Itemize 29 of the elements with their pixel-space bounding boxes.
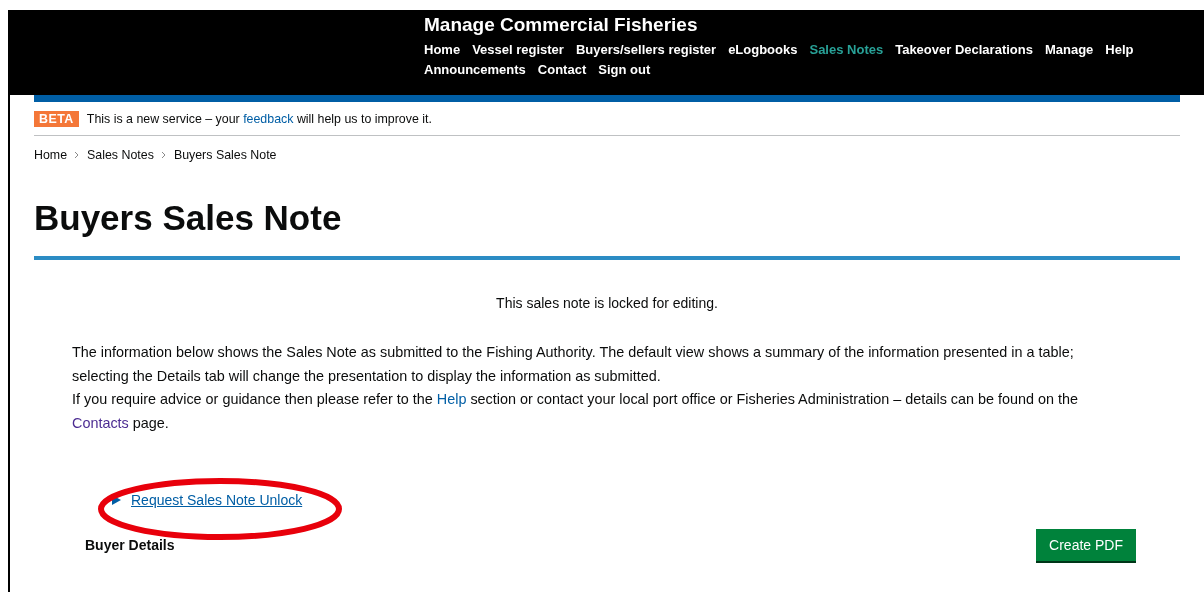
breadcrumb-link[interactable]: Sales Notes [87,148,154,162]
nav-link[interactable]: Takeover Declarations [895,42,1033,57]
text-link[interactable]: Contacts [72,414,129,431]
nav-link[interactable]: Manage [1044,42,1094,57]
text-link[interactable]: Help [436,391,467,407]
page-title: Buyers Sales Note [34,198,1180,260]
nav-link[interactable]: Announcements [424,62,526,77]
chevron-icon [159,151,168,159]
beta-tag: BETA [34,111,79,127]
unlock-link[interactable]: Request Sales Note Unlock [131,492,303,508]
site-title: Manage Commercial Fisheries [424,14,699,36]
nav-link[interactable]: Contact [537,62,587,77]
text-link[interactable]: feedback [243,112,294,126]
nav-link[interactable]: eLogbooks [728,42,798,57]
nav-link[interactable]: Help [1105,42,1134,57]
create-pdf-button[interactable]: Create PDF [1036,529,1136,561]
section-heading: Buyer Details [85,537,175,553]
nav-link[interactable]: Home [424,42,461,57]
intro-paragraph: If you require advice or guidance then please refer to the Help section or contact your local port office or Fisheries Administration – details can be found on the Contacts page. [72,390,1080,433]
intro-paragraph: The information below shows the Sales Note as submitted to the Fishing Authority. The default view shows a summary of the information presented in a table; selecting the Details tab will change the presentation to display the information as submitted. [72,343,1075,386]
breadcrumb-link[interactable]: Home [34,148,68,162]
locked-notice: This sales note is locked for editing. [495,295,719,311]
nav-link[interactable]: Vessel register [472,42,564,57]
nav-link[interactable]: Sales Notes [809,42,884,57]
nav-link[interactable]: Buyers/sellers register [575,42,717,57]
triangle-icon [112,495,121,505]
beta-message: This is a new service – your feedback will help us to improve it. [86,112,432,126]
breadcrumb-link[interactable]: Buyers Sales Note [173,148,277,162]
nav-link[interactable]: Sign out [598,62,651,77]
